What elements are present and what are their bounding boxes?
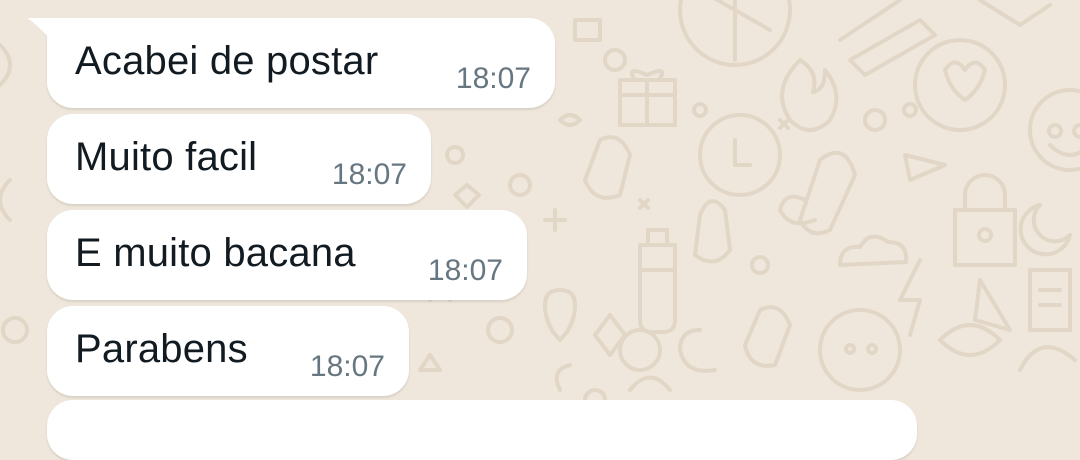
message-timestamp: 18:07 <box>309 350 385 383</box>
message-text: E muito bacana <box>75 231 356 275</box>
message-timestamp: 18:07 <box>427 254 503 287</box>
message-text: Muito facil <box>75 135 258 179</box>
message-bubble[interactable]: Acabei de postar 18:07 <box>27 18 555 108</box>
message-text: Acabei de postar <box>75 39 379 83</box>
message-bubble-partial[interactable] <box>47 400 917 460</box>
message-text: Parabens <box>75 327 248 371</box>
message-bubble[interactable]: Muito facil 18:07 <box>47 114 431 204</box>
chat-message-list[interactable]: Acabei de postar 18:07 Muito facil 18:07… <box>0 0 1080 460</box>
message-timestamp: 18:07 <box>331 158 407 191</box>
message-timestamp: 18:07 <box>455 62 531 95</box>
bubble-tail <box>27 18 51 40</box>
message-bubble[interactable]: E muito bacana 18:07 <box>47 210 527 300</box>
message-bubble[interactable]: Parabens 18:07 <box>47 306 409 396</box>
